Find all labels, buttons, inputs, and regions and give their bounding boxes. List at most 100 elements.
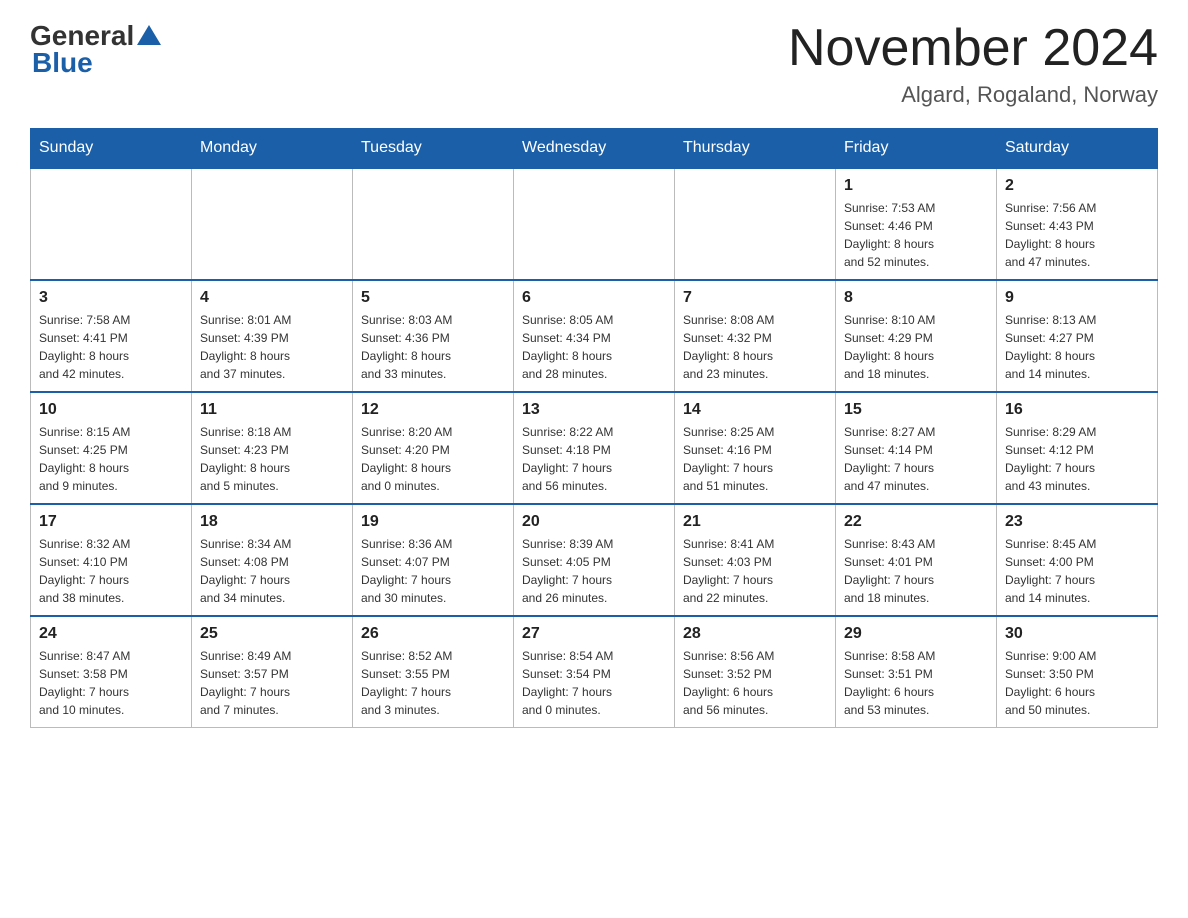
calendar-day-cell: 10 Sunrise: 8:15 AMSunset: 4:25 PMDayligh… <box>31 392 192 504</box>
day-info: Sunrise: 8:15 AMSunset: 4:25 PMDaylight:… <box>39 423 183 495</box>
day-number: 27 <box>522 625 666 643</box>
day-number: 29 <box>844 625 988 643</box>
day-info: Sunrise: 9:00 AMSunset: 3:50 PMDaylight:… <box>1005 647 1149 719</box>
day-info: Sunrise: 8:52 AMSunset: 3:55 PMDaylight:… <box>361 647 505 719</box>
day-info: Sunrise: 8:03 AMSunset: 4:36 PMDaylight:… <box>361 311 505 383</box>
calendar-day-cell: 17 Sunrise: 8:32 AMSunset: 4:10 PMDayligh… <box>31 504 192 616</box>
calendar-day-cell: 21 Sunrise: 8:41 AMSunset: 4:03 PMDayligh… <box>675 504 836 616</box>
day-number: 21 <box>683 513 827 531</box>
calendar-day-cell: 20 Sunrise: 8:39 AMSunset: 4:05 PMDayligh… <box>514 504 675 616</box>
day-number: 5 <box>361 289 505 307</box>
day-info: Sunrise: 8:08 AMSunset: 4:32 PMDaylight:… <box>683 311 827 383</box>
day-info: Sunrise: 8:43 AMSunset: 4:01 PMDaylight:… <box>844 535 988 607</box>
calendar-day-cell <box>192 168 353 280</box>
day-info: Sunrise: 8:10 AMSunset: 4:29 PMDaylight:… <box>844 311 988 383</box>
day-number: 3 <box>39 289 183 307</box>
calendar-day-cell: 27 Sunrise: 8:54 AMSunset: 3:54 PMDayligh… <box>514 616 675 728</box>
day-number: 18 <box>200 513 344 531</box>
logo-blue-text: Blue <box>32 47 93 79</box>
day-info: Sunrise: 8:41 AMSunset: 4:03 PMDaylight:… <box>683 535 827 607</box>
calendar-day-cell: 2 Sunrise: 7:56 AMSunset: 4:43 PMDaylight… <box>997 168 1158 280</box>
calendar-day-cell: 23 Sunrise: 8:45 AMSunset: 4:00 PMDayligh… <box>997 504 1158 616</box>
calendar-day-cell: 14Sunrise: 8:25 AMSunset: 4:16 PMDayligh… <box>675 392 836 504</box>
day-info: Sunrise: 7:56 AMSunset: 4:43 PMDaylight:… <box>1005 199 1149 271</box>
day-info: Sunrise: 8:45 AMSunset: 4:00 PMDaylight:… <box>1005 535 1149 607</box>
day-of-week-header: Monday <box>192 129 353 169</box>
calendar-day-cell <box>31 168 192 280</box>
day-info: Sunrise: 8:39 AMSunset: 4:05 PMDaylight:… <box>522 535 666 607</box>
day-info: Sunrise: 7:58 AMSunset: 4:41 PMDaylight:… <box>39 311 183 383</box>
calendar-day-cell <box>353 168 514 280</box>
logo: General Blue <box>30 20 161 79</box>
day-of-week-header: Wednesday <box>514 129 675 169</box>
calendar-table: SundayMondayTuesdayWednesdayThursdayFrid… <box>30 128 1158 728</box>
day-number: 19 <box>361 513 505 531</box>
day-info: Sunrise: 8:34 AMSunset: 4:08 PMDaylight:… <box>200 535 344 607</box>
day-number: 15 <box>844 401 988 419</box>
day-number: 23 <box>1005 513 1149 531</box>
day-number: 10 <box>39 401 183 419</box>
day-number: 7 <box>683 289 827 307</box>
day-info: Sunrise: 8:54 AMSunset: 3:54 PMDaylight:… <box>522 647 666 719</box>
day-of-week-header: Friday <box>836 129 997 169</box>
day-info: Sunrise: 8:58 AMSunset: 3:51 PMDaylight:… <box>844 647 988 719</box>
day-info: Sunrise: 8:56 AMSunset: 3:52 PMDaylight:… <box>683 647 827 719</box>
calendar-day-cell: 6Sunrise: 8:05 AMSunset: 4:34 PMDaylight… <box>514 280 675 392</box>
calendar-day-cell <box>514 168 675 280</box>
day-number: 2 <box>1005 177 1149 195</box>
calendar-day-cell: 7 Sunrise: 8:08 AMSunset: 4:32 PMDaylight… <box>675 280 836 392</box>
calendar-day-cell: 28 Sunrise: 8:56 AMSunset: 3:52 PMDayligh… <box>675 616 836 728</box>
day-info: Sunrise: 8:18 AMSunset: 4:23 PMDaylight:… <box>200 423 344 495</box>
day-info: Sunrise: 8:36 AMSunset: 4:07 PMDaylight:… <box>361 535 505 607</box>
day-info: Sunrise: 8:29 AMSunset: 4:12 PMDaylight:… <box>1005 423 1149 495</box>
day-info: Sunrise: 8:13 AMSunset: 4:27 PMDaylight:… <box>1005 311 1149 383</box>
calendar-day-cell: 22Sunrise: 8:43 AMSunset: 4:01 PMDayligh… <box>836 504 997 616</box>
day-number: 12 <box>361 401 505 419</box>
day-info: Sunrise: 8:47 AMSunset: 3:58 PMDaylight:… <box>39 647 183 719</box>
calendar-day-cell: 15 Sunrise: 8:27 AMSunset: 4:14 PMDayligh… <box>836 392 997 504</box>
day-info: Sunrise: 8:49 AMSunset: 3:57 PMDaylight:… <box>200 647 344 719</box>
calendar-day-cell: 25 Sunrise: 8:49 AMSunset: 3:57 PMDayligh… <box>192 616 353 728</box>
day-number: 9 <box>1005 289 1149 307</box>
day-number: 25 <box>200 625 344 643</box>
calendar-day-cell: 18 Sunrise: 8:34 AMSunset: 4:08 PMDayligh… <box>192 504 353 616</box>
day-info: Sunrise: 8:01 AMSunset: 4:39 PMDaylight:… <box>200 311 344 383</box>
calendar-week-row: 17 Sunrise: 8:32 AMSunset: 4:10 PMDayligh… <box>31 504 1158 616</box>
day-of-week-header: Thursday <box>675 129 836 169</box>
calendar-day-cell: 8Sunrise: 8:10 AMSunset: 4:29 PMDaylight… <box>836 280 997 392</box>
calendar-day-cell: 30 Sunrise: 9:00 AMSunset: 3:50 PMDayligh… <box>997 616 1158 728</box>
calendar-day-cell: 13 Sunrise: 8:22 AMSunset: 4:18 PMDayligh… <box>514 392 675 504</box>
calendar-day-cell: 12Sunrise: 8:20 AMSunset: 4:20 PMDayligh… <box>353 392 514 504</box>
day-number: 24 <box>39 625 183 643</box>
calendar-header-row: SundayMondayTuesdayWednesdayThursdayFrid… <box>31 129 1158 169</box>
logo-triangle-icon <box>137 25 161 45</box>
day-number: 16 <box>1005 401 1149 419</box>
day-of-week-header: Tuesday <box>353 129 514 169</box>
calendar-day-cell <box>675 168 836 280</box>
day-number: 30 <box>1005 625 1149 643</box>
day-info: Sunrise: 8:32 AMSunset: 4:10 PMDaylight:… <box>39 535 183 607</box>
day-of-week-header: Saturday <box>997 129 1158 169</box>
day-number: 17 <box>39 513 183 531</box>
day-number: 4 <box>200 289 344 307</box>
calendar-day-cell: 11 Sunrise: 8:18 AMSunset: 4:23 PMDayligh… <box>192 392 353 504</box>
day-number: 28 <box>683 625 827 643</box>
day-number: 14 <box>683 401 827 419</box>
location-title: Algard, Rogaland, Norway <box>788 82 1158 108</box>
day-info: Sunrise: 8:22 AMSunset: 4:18 PMDaylight:… <box>522 423 666 495</box>
day-info: Sunrise: 8:05 AMSunset: 4:34 PMDaylight:… <box>522 311 666 383</box>
calendar-day-cell: 4 Sunrise: 8:01 AMSunset: 4:39 PMDaylight… <box>192 280 353 392</box>
day-number: 20 <box>522 513 666 531</box>
calendar-week-row: 1 Sunrise: 7:53 AMSunset: 4:46 PMDaylight… <box>31 168 1158 280</box>
calendar-day-cell: 9 Sunrise: 8:13 AMSunset: 4:27 PMDaylight… <box>997 280 1158 392</box>
day-number: 13 <box>522 401 666 419</box>
calendar-week-row: 24 Sunrise: 8:47 AMSunset: 3:58 PMDayligh… <box>31 616 1158 728</box>
title-section: November 2024 Algard, Rogaland, Norway <box>788 20 1158 108</box>
calendar-day-cell: 29 Sunrise: 8:58 AMSunset: 3:51 PMDayligh… <box>836 616 997 728</box>
month-title: November 2024 <box>788 20 1158 77</box>
day-number: 11 <box>200 401 344 419</box>
day-info: Sunrise: 7:53 AMSunset: 4:46 PMDaylight:… <box>844 199 988 271</box>
calendar-day-cell: 26Sunrise: 8:52 AMSunset: 3:55 PMDayligh… <box>353 616 514 728</box>
day-number: 1 <box>844 177 988 195</box>
day-info: Sunrise: 8:27 AMSunset: 4:14 PMDaylight:… <box>844 423 988 495</box>
